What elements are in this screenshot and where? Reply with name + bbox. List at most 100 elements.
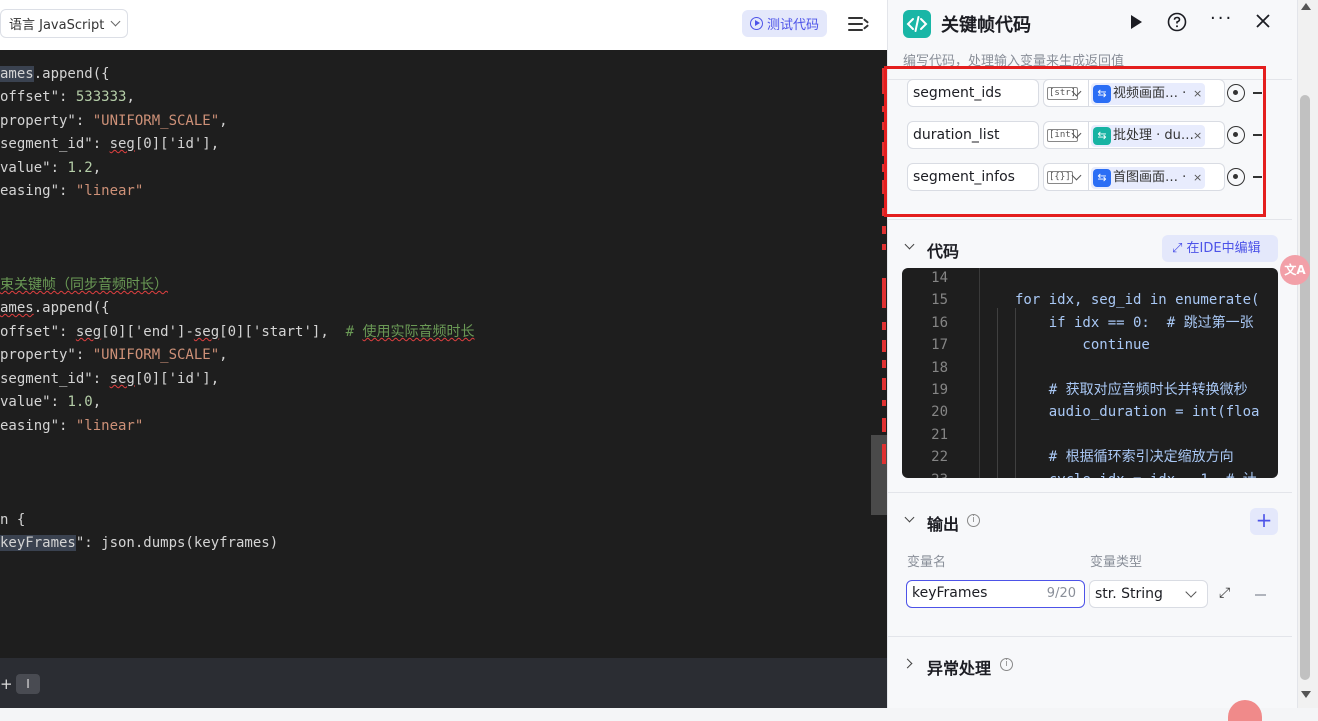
code-line: ames.append({ [0,63,110,86]
code-token: seg [109,371,135,387]
code-token: 533333 [75,89,127,105]
output-section-title: 输出 [927,515,960,534]
highlight-box [884,66,1266,217]
code-token: , [126,89,135,105]
edit-in-ide-label: 在IDE中编辑 [1186,241,1261,256]
char-count: 9/20 [1046,586,1076,601]
line-number: 21 [931,426,948,443]
indent-guide [1015,308,1016,478]
error-section-title: 异常处理 [927,659,992,678]
code-token: [0]['id'], [134,371,220,387]
edit-in-ide-button[interactable]: ⤢ 在IDE中编辑 [1162,235,1278,262]
code-line: offset": 533333, [0,86,135,109]
code-line: segment_id": seg[0]['id'], [0,368,219,391]
outline-menu-icon[interactable] [848,14,872,34]
play-circle-icon [750,17,763,30]
code-line: easing": "linear" [0,180,143,203]
code-token: seg [109,136,135,152]
code-token: 使用实际音频时长 [362,324,475,340]
expand-icon[interactable]: ⤢ [1219,585,1230,601]
run-icon[interactable] [1128,13,1144,35]
line-number: 14 [931,270,948,286]
info-icon[interactable]: i [967,514,980,527]
code-line: audio_duration = int(floa [1015,404,1260,421]
divider [887,636,1292,637]
close-icon[interactable] [1254,12,1272,34]
code-token: "UNIFORM_SCALE" [92,113,220,129]
cursor-indicator[interactable]: I [16,674,40,694]
line-number: 22 [931,449,948,466]
code-token: ames [0,66,34,82]
code-token: 束关键帧（同步音频时长） [0,277,168,293]
help-icon[interactable] [1167,12,1187,36]
code-token: .append({ [33,66,110,82]
code-token: [0]['end']- [101,324,194,340]
code-editor-pane: 语言 JavaScript 测试代码 ames.append({offset":… [0,0,887,708]
translate-icon[interactable]: 文A [1280,255,1310,285]
line-number: 19 [931,382,948,398]
divider [887,492,1292,493]
code-line: 束关键帧（同步音频时长） [0,274,168,297]
code-line: property": "UNIFORM_SCALE", [0,110,228,133]
code-node-icon [903,10,931,38]
code-token: "linear" [75,183,144,199]
code-token: , [92,160,102,176]
output-name-value: keyFrames [912,585,988,601]
code-line: if idx == 0: # 跳过第一张 [1015,314,1254,331]
language-select[interactable]: 语言 JavaScript [0,9,129,38]
editor-toolbar: 语言 JavaScript 测试代码 [0,0,887,50]
line-number: 18 [931,359,948,376]
code-line: # 获取对应音频时长并转换微秒 [1015,382,1248,398]
test-code-button[interactable]: 测试代码 [742,10,828,37]
code-token: , [219,113,228,129]
output-type-select[interactable]: str. String [1089,580,1208,608]
code-line: # 根据循环索引决定缩放方向 [1015,449,1234,466]
code-editor[interactable]: ames.append({offset": 533333, property": … [0,50,887,658]
code-token: ames [0,300,34,316]
code-line: ames.append({ [0,297,110,320]
more-icon[interactable]: ··· [1210,8,1233,29]
code-token: keyFrames [0,535,76,551]
code-line: keyFrames": json.dumps(keyframes) [0,532,278,555]
code-token: .append({ [33,300,110,316]
code-token: , [92,394,102,410]
output-col-type: 变量类型 [1090,555,1143,570]
panel-title: 关键帧代码 [941,15,1031,36]
chevron-down-icon [1185,586,1197,598]
language-label: 语言 JavaScript [9,18,105,33]
code-line: n { [0,509,25,532]
code-token: value": [0,160,68,176]
code-line: easing": "linear" [0,415,143,438]
code-line: for idx, seg_id in enumerate( [1015,292,1260,309]
code-token: "UNIFORM_SCALE" [92,347,220,363]
code-token: [0]['start'], [219,324,346,340]
add-output-button[interactable]: + [1250,508,1278,535]
output-type-value: str. String [1095,586,1163,602]
code-token: segment_id": [0,371,110,387]
code-token: n { [0,512,26,528]
code-token: segment_id": [0,136,110,152]
code-token: ": json.dumps(keyframes) [75,535,279,551]
code-line: property": "UNIFORM_SCALE", [0,344,228,367]
remove-output-icon[interactable] [1255,594,1266,596]
editor-bottom-bar [0,658,887,708]
output-col-name: 变量名 [907,555,947,570]
output-name-input[interactable]: keyFrames 9/20 [906,580,1085,608]
code-token: 1.0 [67,394,93,410]
app-root: 语言 JavaScript 测试代码 ames.append({offset":… [0,0,1318,721]
code-preview[interactable]: 14 15 for idx, seg_id in enumerate(16 if i… [902,268,1278,478]
code-token: value": [0,394,68,410]
code-token: offset": [0,89,76,105]
info-icon[interactable]: i [1000,658,1013,671]
code-line: continue [1015,337,1150,354]
line-number: 17 [931,337,948,354]
add-icon[interactable]: + [0,675,13,693]
scrollbar-thumb[interactable] [1300,95,1310,680]
line-number: 16 [931,314,948,331]
scroll-up-arrow[interactable] [1301,3,1311,10]
code-token: easing": [0,418,76,434]
line-number: 23 [902,469,948,478]
scroll-down-arrow[interactable] [1301,691,1311,698]
code-token: seg [193,324,220,340]
canvas-background [0,708,1318,721]
